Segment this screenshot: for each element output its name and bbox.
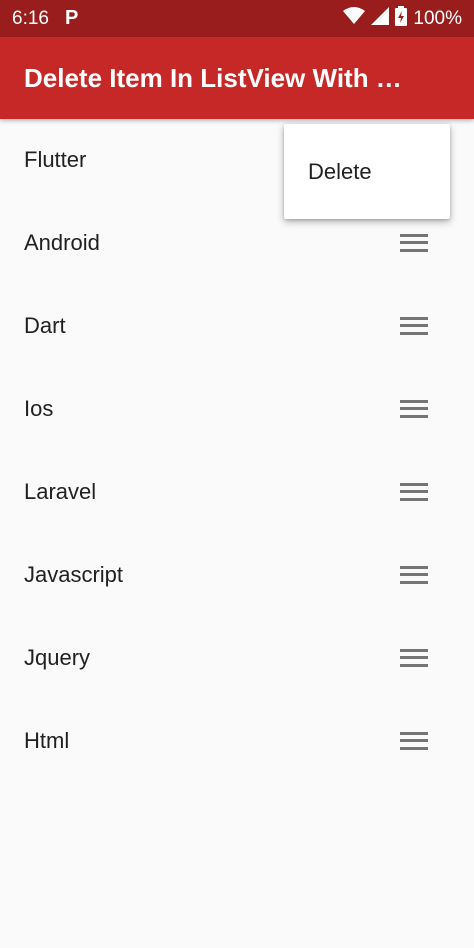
- drag-handle-icon[interactable]: [400, 648, 428, 667]
- list-item-label: Flutter: [24, 147, 87, 172]
- list-item[interactable]: Html: [0, 699, 474, 782]
- list-item-label: Jquery: [24, 644, 91, 670]
- list-item-label: Android: [24, 229, 100, 255]
- list-item[interactable]: Jquery: [0, 616, 474, 699]
- list-item-label: Ios: [24, 395, 54, 421]
- list-item-label: Javascript: [24, 561, 124, 587]
- drag-handle-icon[interactable]: [400, 316, 428, 335]
- list-item[interactable]: Ios: [0, 367, 474, 450]
- status-time: 6:16: [12, 7, 49, 29]
- signal-icon: [371, 6, 390, 31]
- wifi-icon: [343, 6, 366, 31]
- app-bar: Delete Item In ListView With …: [0, 37, 474, 119]
- list-item[interactable]: Javascript: [0, 533, 474, 616]
- popup-menu: Delete: [284, 124, 450, 219]
- drag-handle-icon[interactable]: [400, 565, 428, 584]
- drag-handle-icon[interactable]: [400, 482, 428, 501]
- battery-charging-icon: [395, 5, 408, 32]
- drag-handle-icon[interactable]: [400, 399, 428, 418]
- drag-handle-icon[interactable]: [400, 731, 428, 750]
- status-bar: 6:16 P 100%: [0, 0, 474, 37]
- battery-percent: 100%: [413, 7, 462, 29]
- list-item[interactable]: Dart: [0, 284, 474, 367]
- list-item-label: Html: [24, 727, 70, 753]
- list-item-label: Laravel: [24, 478, 97, 504]
- list-item[interactable]: Laravel: [0, 450, 474, 533]
- list-item-label: Dart: [24, 312, 66, 338]
- drag-handle-icon[interactable]: [400, 233, 428, 252]
- app-title: Delete Item In ListView With …: [24, 62, 402, 93]
- p-app-icon: P: [64, 7, 79, 29]
- delete-menu-item[interactable]: Delete: [308, 159, 372, 185]
